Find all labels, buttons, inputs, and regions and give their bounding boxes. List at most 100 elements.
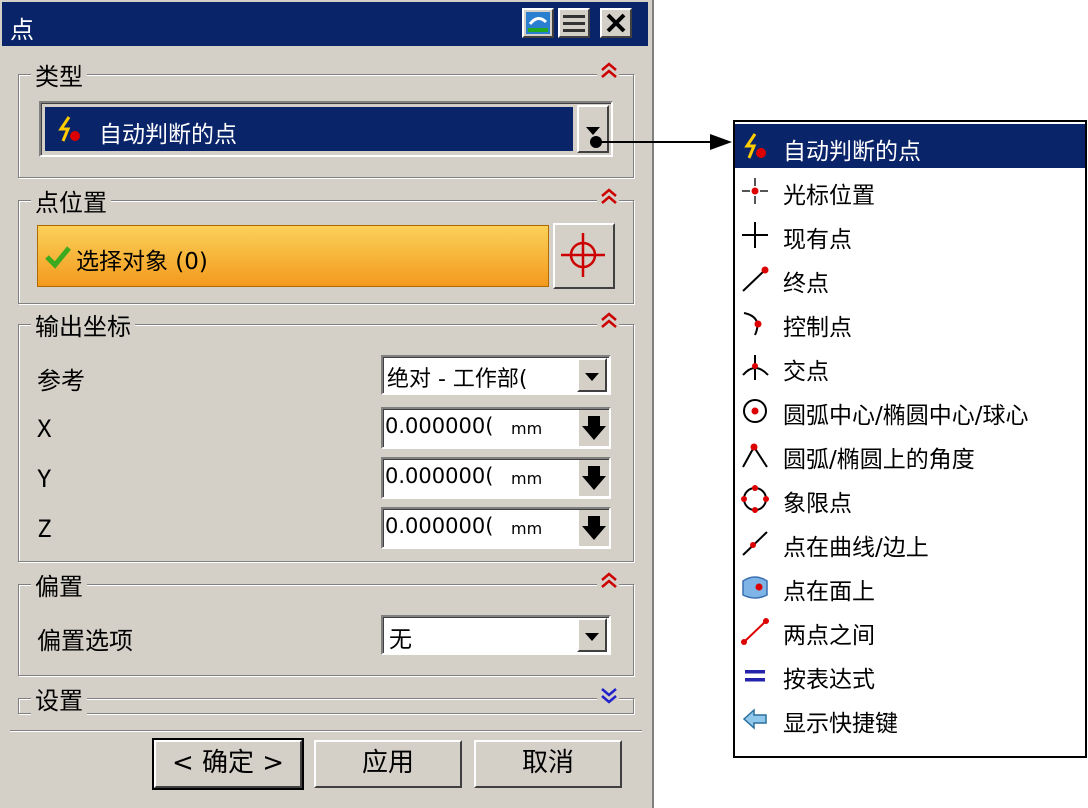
double-chevron-down-icon (601, 688, 617, 704)
down-arrow-icon (582, 466, 606, 490)
z-label: Z (37, 515, 52, 543)
double-chevron-up-icon (601, 312, 617, 328)
reference-value: 绝对 - 工作部( (387, 367, 528, 392)
down-arrow-icon (582, 516, 606, 540)
apply-button[interactable]: 应用 (314, 740, 462, 788)
x-step-button[interactable] (579, 410, 609, 446)
existing-point-icon (742, 222, 768, 248)
select-object-label: 选择对象 (0) (76, 249, 208, 275)
list-item-arc-center[interactable]: 圆弧中心/椭圆中心/球心 (735, 388, 1085, 432)
list-item-label: 显示快捷键 (783, 711, 898, 737)
type-selected-label: 自动判断的点 (99, 122, 237, 148)
list-item-label: 交点 (783, 359, 829, 385)
x-value: 0.000000( (385, 414, 494, 438)
control-point-icon (743, 312, 762, 336)
point-location-title: 点位置 (31, 183, 111, 218)
list-item-label: 终点 (783, 271, 829, 297)
list-item-quadrant-point[interactable]: 象限点 (735, 476, 1085, 520)
list-item-label: 圆弧/椭圆上的角度 (783, 447, 975, 473)
offset-option-value: 无 (389, 627, 412, 653)
cursor-location-icon (742, 178, 768, 204)
offset-option-label: 偏置选项 (37, 627, 133, 655)
crosshair-icon (561, 233, 605, 277)
type-section-title: 类型 (31, 57, 87, 92)
checkmark-icon (45, 246, 71, 269)
inferred-point-icon (58, 116, 80, 142)
x-input[interactable]: 0.000000( mm (381, 407, 611, 449)
intersection-point-icon (742, 355, 769, 380)
by-expression-icon (745, 670, 765, 682)
offset-option-dropdown[interactable]: 无 (381, 615, 611, 655)
reference-dropdown[interactable]: 绝对 - 工作部( (381, 355, 611, 395)
settings-section[interactable]: 设置 (18, 681, 634, 716)
settings-title: 设置 (31, 681, 87, 716)
list-item-existing-point[interactable]: 现有点 (735, 212, 1085, 256)
between-two-points-icon (741, 618, 769, 645)
list-item-point-on-curve[interactable]: 点在曲线/边上 (735, 520, 1085, 564)
list-item-control-point[interactable]: 控制点 (735, 300, 1085, 344)
y-value: 0.000000( (385, 464, 494, 488)
double-chevron-up-icon (601, 572, 617, 588)
list-item-between-two-points[interactable]: 两点之间 (735, 608, 1085, 652)
type-collapse-button[interactable] (597, 61, 619, 83)
y-input[interactable]: 0.000000( mm (381, 457, 611, 499)
type-dropdown[interactable]: 自动判断的点 (39, 101, 613, 157)
down-arrow-icon (582, 416, 606, 440)
point-on-curve-icon (742, 531, 768, 556)
list-item-label: 点在曲线/边上 (783, 535, 929, 561)
type-dropdown-value: 自动判断的点 (45, 107, 573, 151)
reset-button[interactable] (522, 8, 554, 38)
offset-collapse-button[interactable] (597, 571, 619, 593)
output-coords-section: 输出坐标 参考 绝对 - 工作部( X 0.000000( mm Y 0.000… (18, 307, 634, 562)
y-step-button[interactable] (579, 460, 609, 496)
reference-label: 参考 (37, 367, 85, 395)
reference-dropdown-arrow[interactable] (577, 358, 607, 392)
list-item-show-shortcuts[interactable]: 显示快捷键 (735, 696, 1085, 740)
y-label: Y (37, 465, 52, 493)
point-location-collapse-button[interactable] (597, 187, 619, 209)
offset-title: 偏置 (31, 567, 87, 602)
point-constructor-button[interactable] (553, 223, 615, 289)
y-unit: mm (511, 469, 543, 488)
list-item-label: 按表达式 (783, 667, 875, 693)
x-label: X (37, 415, 52, 443)
title-bar[interactable]: 点 (2, 2, 648, 46)
type-section: 类型 自动判断的点 (18, 57, 634, 178)
menu-button[interactable] (558, 8, 590, 38)
list-item-inferred-point[interactable]: 自动判断的点 (735, 124, 1085, 168)
menu-icon (563, 15, 585, 32)
x-unit: mm (511, 419, 543, 438)
point-dialog: 点 类型 自动判断的点 点位置 选择对象 (0) 输出坐标 参考 绝对 - 工作… (0, 0, 654, 808)
close-icon (606, 13, 626, 33)
point-location-section: 点位置 选择对象 (0) (18, 183, 634, 304)
list-item-angle-on-arc[interactable]: 圆弧/椭圆上的角度 (735, 432, 1085, 476)
list-item-end-point[interactable]: 终点 (735, 256, 1085, 300)
z-input[interactable]: 0.000000( mm (381, 507, 611, 549)
point-on-face-icon (742, 576, 768, 599)
list-item-intersection[interactable]: 交点 (735, 344, 1085, 388)
chevron-down-icon (585, 373, 599, 381)
list-item-label: 自动判断的点 (783, 139, 921, 165)
offset-dropdown-arrow[interactable] (577, 618, 607, 652)
ok-button[interactable]: < 确定 > (152, 738, 304, 790)
select-object-bar[interactable]: 选择对象 (0) (37, 225, 549, 287)
close-button[interactable] (600, 8, 632, 38)
offset-section: 偏置 偏置选项 无 (18, 567, 634, 676)
chevron-down-icon (585, 633, 599, 641)
list-item-label: 现有点 (783, 227, 852, 253)
list-item-label: 象限点 (783, 491, 852, 517)
z-step-button[interactable] (579, 510, 609, 546)
cancel-button[interactable]: 取消 (474, 740, 622, 788)
z-value: 0.000000( (385, 514, 494, 538)
list-item-cursor-location[interactable]: 光标位置 (735, 168, 1085, 212)
list-item-by-expression[interactable]: 按表达式 (735, 652, 1085, 696)
list-item-label: 圆弧中心/椭圆中心/球心 (783, 403, 1029, 429)
end-point-icon (742, 266, 769, 292)
double-chevron-up-icon (601, 188, 617, 204)
list-item-point-on-face[interactable]: 点在面上 (735, 564, 1085, 608)
list-item-label: 点在面上 (783, 579, 875, 605)
show-shortcuts-icon (742, 708, 767, 730)
z-unit: mm (511, 519, 543, 538)
output-coords-collapse-button[interactable] (597, 311, 619, 333)
settings-expand-button[interactable] (597, 685, 619, 707)
